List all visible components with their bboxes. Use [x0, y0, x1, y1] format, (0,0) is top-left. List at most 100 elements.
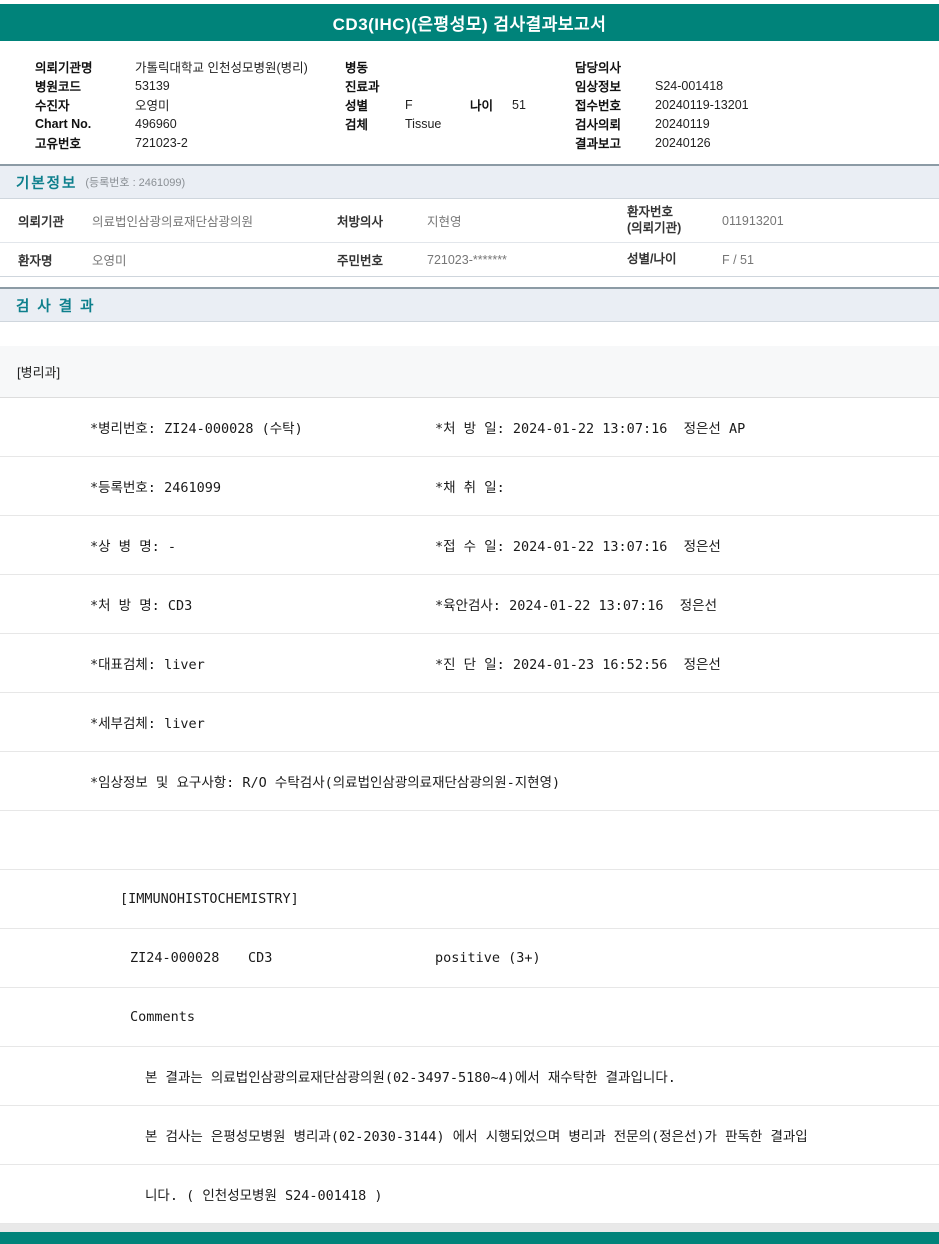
result-row: *상 병 명: - *접 수 일: 2024-01-22 13:07:16 정은선 [0, 516, 939, 575]
field-value: 20240119 [655, 116, 710, 131]
result-row-comment: 본 결과는 의료법인삼광의료재단삼광의원(02-3497-5180~4)에서 재… [0, 1047, 939, 1106]
field-label: 처방의사 [337, 215, 384, 229]
field-label: Chart No. [35, 116, 92, 131]
field-label: 결과보고 [575, 137, 622, 151]
field-value: 51 [512, 97, 526, 112]
result-right: *처 방 일: 2024-01-22 13:07:16 정은선 AP [435, 421, 746, 437]
field-value: 20240119-13201 [655, 97, 749, 112]
table-row: 의뢰기관 의료법인삼광의료재단삼광의원 처방의사 지현영 환자번호 (의뢰기관) … [0, 199, 939, 243]
field-label: 진료과 [345, 80, 380, 94]
header-row: Chart No. 496960 [35, 114, 345, 133]
header-row: 병원코드 53139 [35, 76, 345, 95]
field-label: 고유번호 [35, 137, 82, 151]
result-left: *등록번호: 2461099 [90, 480, 221, 496]
result-row: *대표검체: liver *진 단 일: 2024-01-23 16:52:56 … [0, 634, 939, 693]
result-text: [IMMUNOHISTOCHEMISTRY] [120, 891, 299, 907]
field-value: 가톨릭대학교 인천성모병원(병리) [135, 61, 308, 75]
result-row: *세부검체: liver [0, 693, 939, 752]
result-left: *세부검체: liver [90, 716, 205, 732]
header-row: 담당의사 [575, 57, 939, 76]
report-page: CD3(IHC)(은평성모) 검사결과보고서 의뢰기관명 가톨릭대학교 인천성모병… [0, 0, 939, 1244]
header-row: 결과보고 20240126 [575, 133, 939, 152]
field-value: Tissue [405, 116, 442, 131]
result-right: *육안검사: 2024-01-22 13:07:16 정은선 [435, 598, 718, 614]
result-row: *처 방 명: CD3 *육안검사: 2024-01-22 13:07:16 정은… [0, 575, 939, 634]
stain-result: positive (3+) [435, 950, 541, 966]
header-column-institution: 의뢰기관명 가톨릭대학교 인천성모병원(병리) 병원코드 53139 수진자 오영미 … [35, 57, 345, 152]
footer-strip [0, 1224, 939, 1232]
basic-info-table: 의뢰기관 의료법인삼광의료재단삼광의원 처방의사 지현영 환자번호 (의뢰기관) … [0, 199, 939, 277]
field-value: 53139 [135, 78, 170, 93]
footer-bar [0, 1232, 939, 1244]
result-row-specimen: ZI24-000028 CD3 positive (3+) [0, 929, 939, 988]
result-row-empty [0, 811, 939, 870]
field-label: 임상정보 [575, 80, 622, 94]
field-label: 담당의사 [575, 61, 622, 75]
result-left: *처 방 명: CD3 [90, 598, 193, 614]
result-left: *병리번호: ZI24-000028 (수탁) [90, 421, 303, 437]
table-row: 환자명 오영미 주민번호 721023-******* 성별/나이 F / 51 [0, 243, 939, 276]
field-label: 환자명 [18, 254, 53, 268]
header-row: 병동 [345, 57, 575, 76]
header-row: 접수번호 20240119-13201 [575, 95, 939, 114]
field-value: 오영미 [135, 99, 170, 113]
result-row-clinical-info: *임상정보 및 요구사항: R/O 수탁검사(의료법인삼광의료재단삼광의원-지현… [0, 752, 939, 811]
result-text: 본 결과는 의료법인삼광의료재단삼광의원(02-3497-5180~4)에서 재… [145, 1070, 676, 1086]
field-value: 496960 [135, 116, 177, 131]
field-value: 011913201 [722, 213, 784, 228]
field-label: 성별 [345, 99, 369, 113]
result-row-ihc-header: [IMMUNOHISTOCHEMISTRY] [0, 870, 939, 929]
field-label: 나이 [470, 99, 494, 113]
field-label-line1: 환자번호 [627, 204, 674, 219]
basic-info-section-title: 기본정보 [16, 175, 78, 192]
result-right: *진 단 일: 2024-01-23 16:52:56 정은선 [435, 657, 721, 673]
result-row: *병리번호: ZI24-000028 (수탁) *처 방 일: 2024-01-2… [0, 398, 939, 457]
result-row-comment: 니다. ( 인천성모병원 S24-001418 ) [0, 1165, 939, 1224]
result-row: *등록번호: 2461099 *채 취 일: [0, 457, 939, 516]
result-row-comments-header: Comments [0, 988, 939, 1047]
header-row: 검체 Tissue [345, 114, 575, 133]
field-label: 주민번호 [337, 254, 384, 268]
result-text: *임상정보 및 요구사항: R/O 수탁검사(의료법인삼광의료재단삼광의원-지현… [90, 775, 561, 791]
results-section-title: 검 사 결 과 [16, 298, 96, 315]
field-value: 20240126 [655, 135, 711, 150]
field-label: 수진자 [35, 99, 70, 113]
results-section-header: 검 사 결 과 [0, 287, 939, 322]
field-label: 의뢰기관 [18, 215, 65, 229]
stain-name: CD3 [248, 950, 273, 966]
report-title-bar: CD3(IHC)(은평성모) 검사결과보고서 [0, 4, 939, 41]
department-label: [병리과] [17, 365, 61, 380]
header-row: 의뢰기관명 가톨릭대학교 인천성모병원(병리) [35, 57, 345, 76]
field-value: 721023-******* [427, 252, 507, 267]
results-body: *병리번호: ZI24-000028 (수탁) *처 방 일: 2024-01-2… [0, 398, 939, 1224]
header-row: 수진자 오영미 [35, 95, 345, 114]
specimen-number: ZI24-000028 [130, 950, 220, 966]
result-row-comment: 본 검사는 은평성모병원 병리과(02-2030-3144) 에서 시행되었으며… [0, 1106, 939, 1165]
report-header: 의뢰기관명 가톨릭대학교 인천성모병원(병리) 병원코드 53139 수진자 오영미 … [0, 41, 939, 164]
field-value: F [405, 97, 413, 112]
result-text: 본 검사는 은평성모병원 병리과(02-2030-3144) 에서 시행되었으며… [145, 1129, 808, 1145]
field-label: 접수번호 [575, 99, 622, 113]
field-label: 병원코드 [35, 80, 82, 94]
field-value: 오영미 [92, 254, 127, 268]
result-text: Comments [130, 1009, 196, 1025]
result-text: 니다. ( 인천성모병원 S24-001418 ) [145, 1188, 383, 1204]
result-left: *상 병 명: - [90, 539, 177, 555]
field-label: 성별/나이 [627, 251, 677, 266]
result-left: *대표검체: liver [90, 657, 205, 673]
field-value: S24-001418 [655, 78, 724, 93]
basic-info-registration-no: (등록번호 : 2461099) [85, 177, 186, 189]
department-header: [병리과] [0, 346, 939, 398]
report-title: CD3(IHC)(은평성모) 검사결과보고서 [332, 15, 607, 34]
field-label: 검사의뢰 [575, 118, 622, 132]
header-row: 고유번호 721023-2 [35, 133, 345, 152]
basic-info-section-header: 기본정보 (등록번호 : 2461099) [0, 164, 939, 199]
field-value: 의료법인삼광의료재단삼광의원 [92, 215, 254, 229]
field-label: 환자번호 (의뢰기관) [627, 205, 722, 236]
header-row: 진료과 [345, 76, 575, 95]
field-value: 721023-2 [135, 135, 188, 150]
field-label-line2: (의뢰기관) [627, 220, 682, 235]
header-row: 임상정보 S24-001418 [575, 76, 939, 95]
result-right: *접 수 일: 2024-01-22 13:07:16 정은선 [435, 539, 721, 555]
field-label: 병동 [345, 61, 369, 75]
